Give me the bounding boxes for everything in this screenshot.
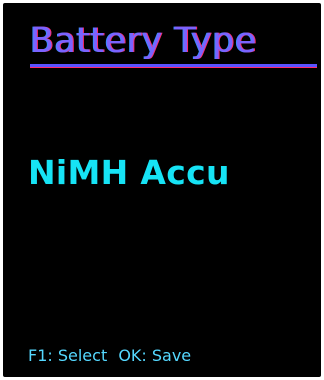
display-screen: Battery Type NiMH Accu F1: Select OK: Sa…	[3, 3, 321, 377]
device-frame: Battery Type NiMH Accu F1: Select OK: Sa…	[0, 0, 324, 380]
hint-save: OK: Save	[118, 346, 192, 365]
battery-type-value[interactable]: NiMH Accu	[28, 149, 230, 197]
hint-select: F1: Select	[28, 346, 108, 365]
screen-title: Battery Type	[30, 21, 258, 61]
key-hints: F1: Select OK: Save	[28, 345, 191, 367]
title-underline	[30, 64, 317, 67]
